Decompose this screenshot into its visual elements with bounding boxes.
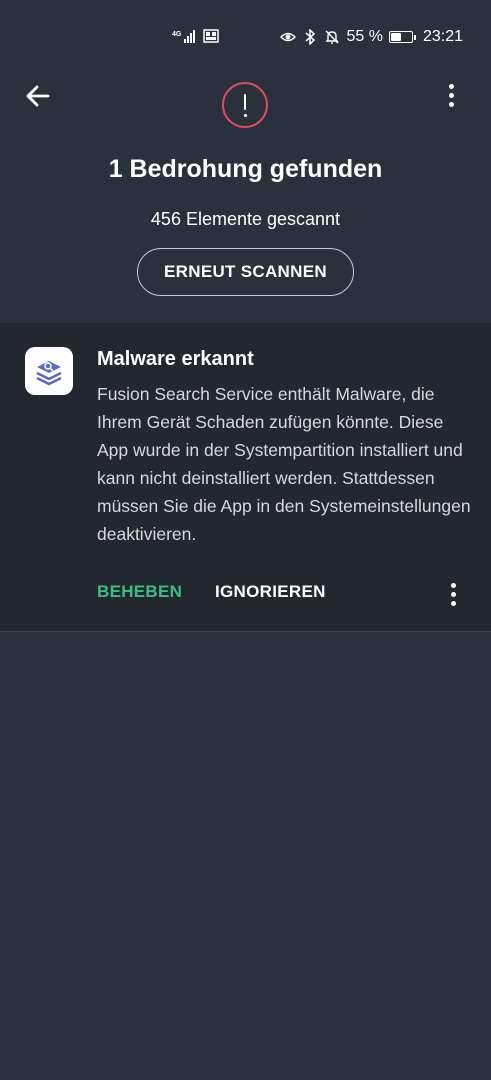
threat-card: Malware erkannt Fusion Search Service en… <box>0 323 491 632</box>
threat-title: Malware erkannt <box>97 348 254 370</box>
clock: 23:21 <box>422 28 463 45</box>
fusion-search-layers-icon <box>36 361 62 386</box>
scan-count: 456 Elemente gescannt <box>150 209 341 229</box>
ignore-button[interactable]: IGNORIEREN <box>215 582 326 602</box>
card-overflow-menu-icon[interactable] <box>435 579 471 607</box>
alert-icon <box>222 82 268 128</box>
status-bar: 4G 55 % 23:21 <box>0 0 491 72</box>
overflow-menu-icon[interactable] <box>431 80 471 114</box>
eye-icon <box>280 32 297 42</box>
svg-text:4G: 4G <box>172 31 182 38</box>
app-icon <box>25 347 73 395</box>
signal-icon: 4G <box>172 29 219 43</box>
battery-percent: 55 % <box>346 28 383 45</box>
page-title: 1 Bedrohung gefunden <box>108 155 383 183</box>
bell-off-icon <box>325 30 340 44</box>
threat-description: Fusion Search Service enthält Malware, d… <box>97 384 471 544</box>
fix-button[interactable]: BEHEBEN <box>97 582 182 602</box>
bluetooth-icon <box>305 29 316 45</box>
battery-icon <box>388 31 416 43</box>
back-arrow-icon[interactable] <box>22 80 54 112</box>
rescan-button[interactable]: ERNEUT SCANNEN <box>137 248 354 296</box>
